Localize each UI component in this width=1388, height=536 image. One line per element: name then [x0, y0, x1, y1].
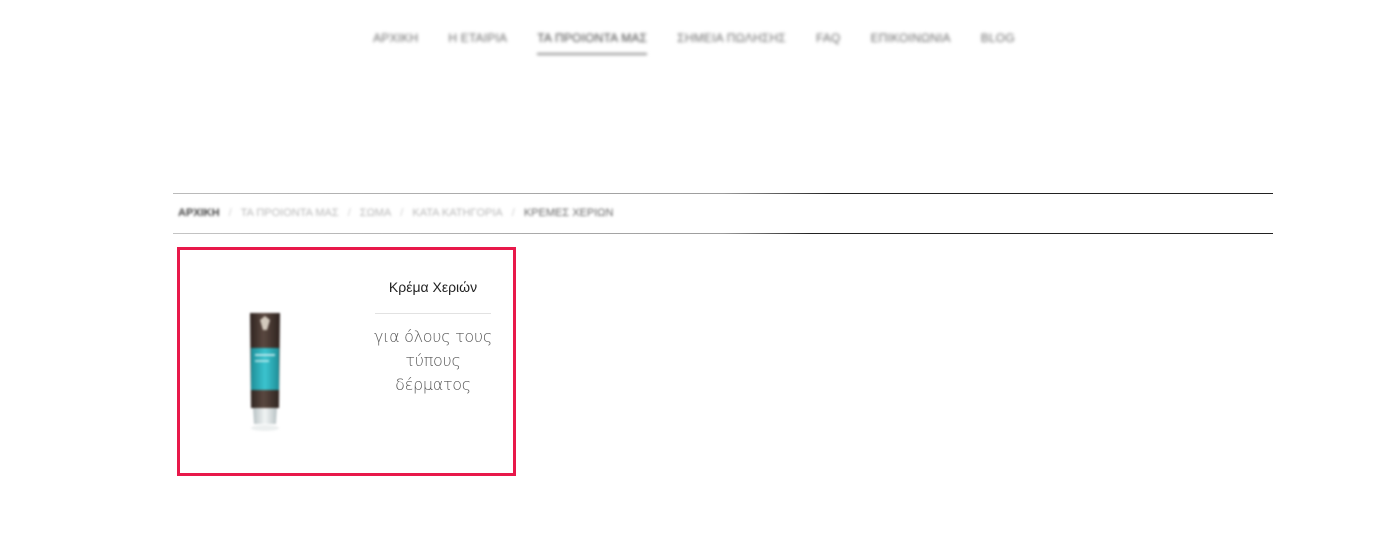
nav-item-products[interactable]: ΤΑ ΠΡΟΙΟΝΤΑ ΜΑΣ	[537, 28, 648, 55]
nav-item-contact[interactable]: ΕΠΙΚΟΙΝΩΝΙΑ	[871, 28, 951, 55]
breadcrumb-item-home[interactable]: ΑΡΧΙΚΗ	[178, 207, 220, 219]
product-card[interactable]: Κρέμα Χεριών για όλους τους τύπους δέρμα…	[177, 247, 516, 476]
main-navigation: ΑΡΧΙΚΗ Η ΕΤΑΙΡΙΑ ΤΑ ΠΡΟΙΟΝΤΑ ΜΑΣ ΣΗΜΕΙΑ …	[0, 28, 1388, 55]
product-description: για όλους τους τύπους δέρματος	[374, 327, 492, 394]
nav-item-company[interactable]: Η ΕΤΑΙΡΙΑ	[448, 28, 507, 55]
nav-item-blog[interactable]: BLOG	[981, 28, 1015, 55]
product-divider	[375, 313, 491, 314]
breadcrumb-separator: /	[511, 207, 515, 219]
breadcrumb: ΑΡΧΙΚΗ / ΤΑ ΠΡΟΙΟΝΤΑ ΜΑΣ / ΣΩΜΑ / ΚΑΤΑ Κ…	[178, 207, 613, 219]
breadcrumb-separator: /	[228, 207, 232, 219]
breadcrumb-item-current: ΚΡΕΜΕΣ ΧΕΡΙΩΝ	[523, 207, 614, 219]
breadcrumb-item-products[interactable]: ΤΑ ΠΡΟΙΟΝΤΑ ΜΑΣ	[241, 207, 339, 219]
product-info: Κρέμα Χεριών για όλους τους τύπους δέρμα…	[373, 278, 493, 397]
nav-item-home[interactable]: ΑΡΧΙΚΗ	[373, 28, 418, 55]
breadcrumb-bottom-divider	[173, 233, 1273, 234]
breadcrumb-top-divider	[173, 193, 1273, 194]
breadcrumb-separator: /	[347, 207, 351, 219]
breadcrumb-item-by-category[interactable]: ΚΑΤΑ ΚΑΤΗΓΟΡΙΑ	[412, 207, 502, 219]
nav-item-points-of-sale[interactable]: ΣΗΜΕΙΑ ΠΩΛΗΣΗΣ	[677, 28, 786, 55]
breadcrumb-bar: ΑΡΧΙΚΗ / ΤΑ ΠΡΟΙΟΝΤΑ ΜΑΣ / ΣΩΜΑ / ΚΑΤΑ Κ…	[173, 193, 1273, 234]
product-title[interactable]: Κρέμα Χεριών	[373, 278, 493, 296]
page: ΑΡΧΙΚΗ Η ΕΤΑΙΡΙΑ ΤΑ ΠΡΟΙΟΝΤΑ ΜΑΣ ΣΗΜΕΙΑ …	[0, 0, 1388, 536]
breadcrumb-separator: /	[400, 207, 404, 219]
hand-cream-tube-icon[interactable]	[240, 310, 290, 440]
nav-item-faq[interactable]: FAQ	[816, 28, 841, 55]
breadcrumb-item-body[interactable]: ΣΩΜΑ	[360, 207, 392, 219]
